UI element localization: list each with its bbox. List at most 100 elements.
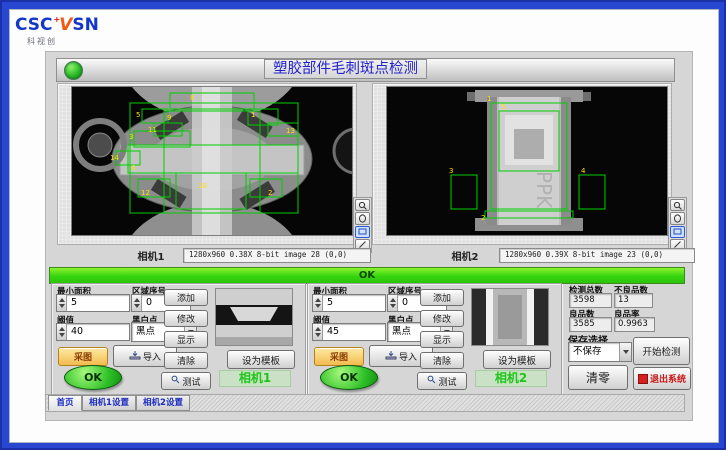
chevron-down-icon[interactable] [619, 343, 631, 361]
save-select-value[interactable]: 不保存 [569, 343, 619, 361]
page-title: 塑胶部件毛刺斑点检测 [264, 59, 427, 79]
roi-label: 9 [167, 114, 171, 122]
camera1-scene: 8 9 5 11 1 13 3 14 6 10 12 2 [72, 87, 352, 235]
min-area-value[interactable]: 5 [67, 295, 129, 311]
modify-button[interactable]: 修改 [420, 310, 464, 327]
stepper-arrows[interactable] [388, 295, 398, 311]
good-count-value: 3585 [569, 317, 612, 332]
set-template-button[interactable]: 设为模板 [227, 350, 295, 369]
roi-label: 6 [131, 164, 136, 172]
camera2-view-toolbar [668, 197, 687, 253]
camera1-template-thumbnail [215, 288, 293, 346]
test-button[interactable]: 测试 [417, 372, 467, 390]
camera2-template-thumbnail [471, 288, 549, 346]
min-area-value[interactable]: 5 [323, 295, 385, 311]
show-button[interactable]: 显示 [164, 331, 208, 348]
camera1-panel-label: 相机1 [219, 370, 291, 387]
camera1-ok-indicator: OK [64, 365, 122, 390]
reset-zero-button[interactable]: 清零 [568, 365, 628, 390]
capture-button[interactable]: 采图 [58, 347, 108, 366]
roi-label: 3 [449, 167, 453, 175]
add-button[interactable]: 添加 [164, 289, 208, 306]
add-button[interactable]: 添加 [420, 289, 464, 306]
clear-button[interactable]: 清除 [420, 352, 464, 369]
test-button[interactable]: 测试 [161, 372, 211, 390]
roi-label: 2 [481, 214, 485, 222]
set-template-button[interactable]: 设为模板 [483, 350, 551, 369]
exit-system-button[interactable]: 退出系统 [633, 367, 691, 390]
roi-label: 8 [190, 94, 194, 102]
roi-label: 2 [268, 189, 272, 197]
stepper-arrows[interactable] [57, 324, 67, 340]
logo: CSC+VSN 科视创 [15, 17, 99, 47]
camera2-panel-label: 相机2 [475, 370, 547, 387]
import-icon [129, 350, 141, 363]
threshold-stepper[interactable]: 40 [56, 323, 130, 341]
stop-square-icon [638, 374, 648, 384]
defect-count-value: 13 [614, 293, 653, 308]
zoom-icon[interactable] [670, 199, 685, 211]
camera1-status-readout: 1280x960 0.38X 8-bit image 28 (0,0) [183, 248, 371, 263]
roi-label: 13 [286, 127, 295, 135]
capture-button[interactable]: 采图 [314, 347, 364, 366]
save-select-dropdown[interactable]: 不保存 [568, 342, 632, 362]
tab-home[interactable]: 首页 [48, 395, 82, 411]
camera1-image[interactable]: 8 9 5 11 1 13 3 14 6 10 12 2 [71, 86, 353, 236]
logo-text-csc: CSC [15, 15, 53, 35]
threshold-value[interactable]: 40 [67, 324, 129, 340]
stepper-arrows[interactable] [132, 295, 142, 311]
part-marking-text: PPK [532, 171, 556, 209]
threshold-value[interactable]: 45 [323, 324, 385, 340]
roi-label: 10 [198, 182, 207, 190]
tab-camera2-settings[interactable]: 相机2设置 [136, 395, 190, 411]
roi-label: 1 [487, 95, 491, 103]
exit-label: 退出系统 [650, 372, 686, 385]
zoom-icon[interactable] [355, 199, 370, 211]
total-count-value: 3598 [569, 293, 612, 308]
result-banner: OK [49, 267, 685, 284]
import-label: 导入 [143, 350, 161, 363]
start-detection-button[interactable]: 开始检测 [633, 337, 690, 365]
rect-select-icon[interactable] [355, 226, 370, 238]
roi-label: 1 [251, 111, 255, 119]
stepper-arrows[interactable] [313, 295, 323, 311]
logo-text-sn: SN [72, 15, 98, 35]
status-led [64, 61, 83, 80]
test-label: 测试 [182, 375, 200, 388]
tab-strip: 首页 相机1设置 相机2设置 [45, 394, 685, 412]
tab-camera1-settings[interactable]: 相机1设置 [82, 395, 136, 411]
camera1-view-toolbar [353, 197, 372, 253]
application-frame: CSC+VSN 科视创 塑胶部件毛刺斑点检测 [0, 0, 726, 450]
min-area-stepper[interactable]: 5 [56, 294, 130, 312]
camera2-image[interactable]: PPK 1 5 3 4 2 [386, 86, 668, 236]
magnifier-icon [427, 375, 436, 387]
modify-button[interactable]: 修改 [164, 310, 208, 327]
roi-label: 3 [129, 133, 133, 141]
roi-label: 5 [501, 103, 505, 111]
title-bar: 塑胶部件毛刺斑点检测 [56, 58, 675, 82]
camera2-ok-indicator: OK [320, 365, 378, 390]
camera2-status-readout: 1280x960 0.39X 8-bit image 23 (0,0) [499, 248, 695, 263]
roi-label: 4 [581, 167, 586, 175]
rect-select-icon[interactable] [670, 226, 685, 238]
show-button[interactable]: 显示 [420, 331, 464, 348]
good-rate-value: 0.9963 [614, 317, 655, 332]
test-label: 测试 [438, 375, 456, 388]
stepper-arrows[interactable] [313, 324, 323, 340]
roi-label: 14 [110, 154, 119, 162]
stepper-arrows[interactable] [57, 295, 67, 311]
min-area-stepper[interactable]: 5 [312, 294, 386, 312]
camera2-scene: PPK 1 5 3 4 2 [387, 87, 667, 235]
clear-button[interactable]: 清除 [164, 352, 208, 369]
roi-label: 12 [141, 189, 150, 197]
roi-label: 11 [148, 126, 157, 134]
logo-text-v: V [59, 15, 72, 35]
pan-hand-icon[interactable] [355, 212, 370, 224]
import-label: 导入 [399, 350, 417, 363]
threshold-stepper[interactable]: 45 [312, 323, 386, 341]
roi-label: 5 [136, 111, 140, 119]
import-icon [385, 350, 397, 363]
pan-hand-icon[interactable] [670, 212, 685, 224]
main-window: CSC+VSN 科视创 塑胶部件毛刺斑点检测 [9, 9, 719, 443]
logo-subtitle: 科视创 [27, 36, 99, 47]
